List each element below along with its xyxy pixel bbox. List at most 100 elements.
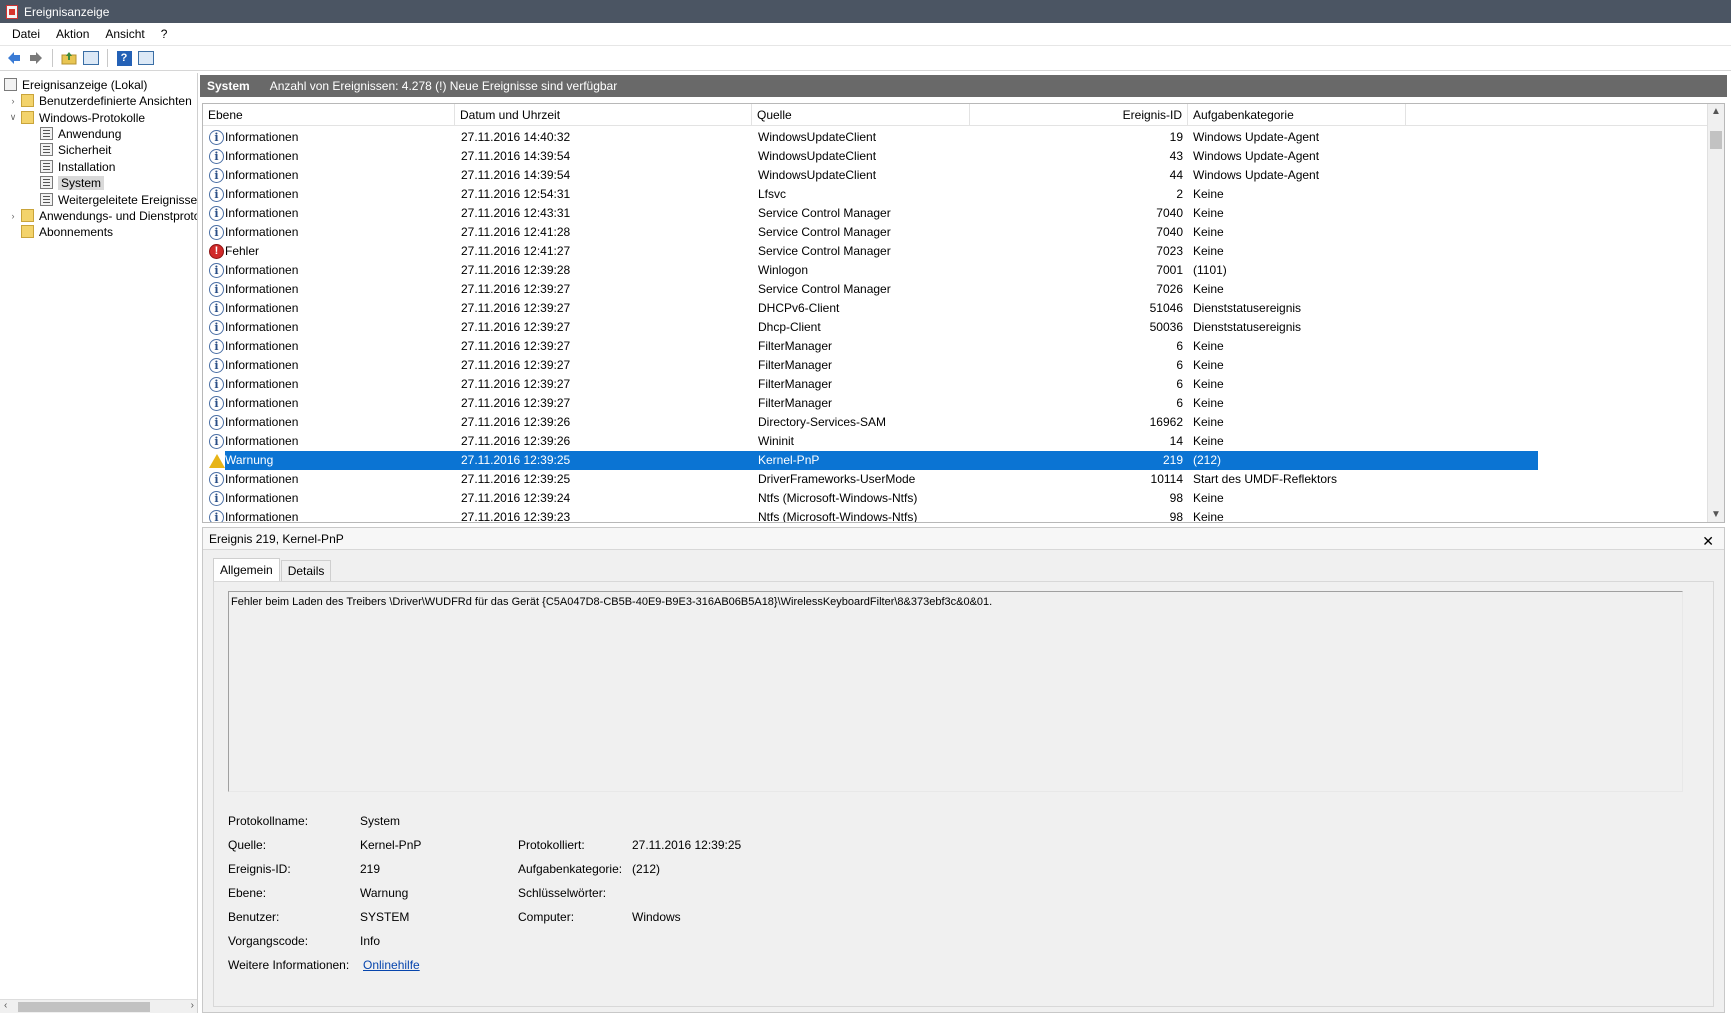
table-row[interactable]: i Informationen 27.11.2016 12:43:31 Service… bbox=[203, 204, 1708, 223]
scroll-thumb[interactable] bbox=[18, 1002, 150, 1012]
table-row[interactable]: Warnung 27.11.2016 12:39:25 Kernel-PnP 219 (… bbox=[203, 451, 1708, 470]
cell-eventid: 44 bbox=[1169, 168, 1183, 182]
table-row[interactable]: i Informationen 27.11.2016 12:39:25 DriverF… bbox=[203, 470, 1708, 489]
tree-item[interactable]: Weitergeleitete Ereignisse bbox=[40, 191, 197, 208]
back-button[interactable] bbox=[4, 48, 24, 68]
scroll-down-icon[interactable]: ▼ bbox=[1711, 509, 1721, 520]
scroll-up-icon[interactable]: ▲ bbox=[1711, 106, 1721, 117]
online-help-link[interactable]: Onlinehilfe bbox=[363, 958, 420, 972]
column-header-level[interactable]: Ebene bbox=[203, 104, 455, 126]
table-row[interactable]: i Informationen 27.11.2016 12:39:28 Winlogo… bbox=[203, 261, 1708, 280]
cell-eventid: 6 bbox=[1176, 377, 1183, 391]
help-button[interactable]: ? bbox=[114, 48, 134, 68]
table-row[interactable]: i Informationen 27.11.2016 12:39:27 DHCPv6-… bbox=[203, 299, 1708, 318]
cell-date: 27.11.2016 14:40:32 bbox=[461, 130, 571, 144]
menu-datei[interactable]: Datei bbox=[4, 27, 48, 41]
cell-date: 27.11.2016 12:41:27 bbox=[461, 244, 571, 258]
tree-item[interactable]: Anwendung bbox=[40, 125, 121, 142]
table-row[interactable]: i Informationen 27.11.2016 12:39:24 Ntfs (M… bbox=[203, 489, 1708, 508]
chevron-right-icon[interactable]: › bbox=[8, 211, 18, 221]
menu-help[interactable]: ? bbox=[153, 27, 176, 41]
info-icon: i bbox=[209, 339, 224, 354]
menu-ansicht[interactable]: Ansicht bbox=[97, 27, 152, 41]
arrow-left-icon bbox=[8, 52, 20, 64]
cell-eventid: 219 bbox=[1162, 453, 1183, 467]
table-row[interactable]: i Informationen 27.11.2016 12:39:27 Service… bbox=[203, 280, 1708, 299]
tree-item[interactable]: Installation bbox=[40, 158, 115, 175]
show-hide-tree-button[interactable] bbox=[81, 48, 101, 68]
forward-button[interactable] bbox=[26, 48, 46, 68]
cell-date: 27.11.2016 12:39:27 bbox=[461, 320, 571, 334]
table-row[interactable]: ! Fehler 27.11.2016 12:41:27 Service Contro… bbox=[203, 242, 1708, 261]
table-row[interactable]: i Informationen 27.11.2016 12:39:27 Dhcp-Cl… bbox=[203, 318, 1708, 337]
folder-icon bbox=[21, 111, 34, 124]
tree-item[interactable]: ∨ Windows-Protokolle bbox=[8, 109, 145, 126]
cell-level: Informationen bbox=[225, 301, 299, 315]
table-row[interactable]: i Informationen 27.11.2016 12:39:27 FilterM… bbox=[203, 356, 1708, 375]
table-row[interactable]: i Informationen 27.11.2016 12:39:26 Directo… bbox=[203, 413, 1708, 432]
cell-level: Informationen bbox=[225, 168, 299, 182]
scroll-right-icon[interactable]: › bbox=[191, 1000, 194, 1011]
cell-eventid: 6 bbox=[1176, 339, 1183, 353]
table-row[interactable]: i Informationen 27.11.2016 14:39:54 Windows… bbox=[203, 147, 1708, 166]
chevron-right-icon[interactable]: › bbox=[8, 96, 18, 106]
up-folder-button[interactable] bbox=[59, 48, 79, 68]
cell-level: Informationen bbox=[225, 130, 299, 144]
table-row[interactable]: i Informationen 27.11.2016 12:41:28 Service… bbox=[203, 223, 1708, 242]
tree-item[interactable]: › Benutzerdefinierte Ansichten bbox=[8, 92, 192, 109]
menu-bar: Datei Aktion Ansicht ? bbox=[0, 23, 1731, 45]
tree-item-label: Abonnements bbox=[39, 224, 114, 239]
table-row[interactable]: i Informationen 27.11.2016 12:39:27 FilterM… bbox=[203, 375, 1708, 394]
info-icon: i bbox=[209, 187, 224, 202]
event-message-box[interactable]: Fehler beim Laden des Treibers \Driver\W… bbox=[228, 591, 1683, 792]
cell-category: Start des UMDF-Reflektors bbox=[1193, 472, 1338, 486]
scroll-left-icon[interactable]: ‹ bbox=[4, 1000, 7, 1011]
event-list-scrollbar[interactable]: ▲ ▼ bbox=[1707, 104, 1724, 522]
cell-source: Service Control Manager bbox=[758, 282, 891, 296]
label-level: Ebene: bbox=[228, 886, 267, 900]
tree-item[interactable]: System bbox=[40, 174, 105, 191]
label-opcode: Vorgangscode: bbox=[228, 934, 309, 948]
scroll-thumb[interactable] bbox=[1710, 131, 1722, 149]
table-row[interactable]: i Informationen 27.11.2016 14:39:54 Windows… bbox=[203, 166, 1708, 185]
tab-allgemein[interactable]: Allgemein bbox=[213, 558, 280, 582]
warning-icon bbox=[209, 454, 225, 468]
label-moreinfo: Weitere Informationen: bbox=[228, 958, 350, 972]
table-row[interactable]: i Informationen 27.11.2016 12:54:31 Lfsvc 2 K… bbox=[203, 185, 1708, 204]
tree-item[interactable]: › Anwendungs- und Dienstprotokolle bbox=[8, 207, 198, 224]
info-icon: i bbox=[209, 130, 224, 145]
cell-source: FilterManager bbox=[758, 339, 833, 353]
cell-source: Service Control Manager bbox=[758, 244, 891, 258]
show-action-pane-button[interactable] bbox=[136, 48, 156, 68]
arrow-right-icon bbox=[30, 52, 42, 64]
table-row[interactable]: i Informationen 27.11.2016 12:39:27 FilterM… bbox=[203, 337, 1708, 356]
cell-level: Informationen bbox=[225, 396, 299, 410]
log-header-bar: System Anzahl von Ereignissen: 4.278 (!)… bbox=[200, 75, 1727, 97]
tree-item[interactable]: Sicherheit bbox=[40, 141, 111, 158]
event-rows: i Informationen 27.11.2016 14:40:32 Windows… bbox=[203, 128, 1708, 522]
table-row[interactable]: i Informationen 27.11.2016 12:39:27 FilterM… bbox=[203, 394, 1708, 413]
tree-horizontal-scrollbar[interactable]: ‹ › bbox=[0, 999, 197, 1013]
column-header-date[interactable]: Datum und Uhrzeit bbox=[455, 104, 752, 126]
table-row[interactable]: i Informationen 27.11.2016 12:39:26 Wininit… bbox=[203, 432, 1708, 451]
error-icon: ! bbox=[209, 244, 224, 259]
column-header-eventid[interactable]: Ereignis-ID bbox=[970, 104, 1188, 126]
cell-date: 27.11.2016 12:39:26 bbox=[461, 434, 571, 448]
cell-category: Keine bbox=[1193, 491, 1224, 505]
column-header-category[interactable]: Aufgabenkategorie bbox=[1188, 104, 1406, 126]
tab-details[interactable]: Details bbox=[280, 560, 332, 581]
info-icon: i bbox=[209, 225, 224, 240]
row-selection-highlight bbox=[225, 451, 1538, 470]
console-tree-icon bbox=[83, 51, 99, 65]
table-row[interactable]: i Informationen 27.11.2016 12:39:23 Ntfs (M… bbox=[203, 508, 1708, 522]
info-icon: i bbox=[209, 377, 224, 392]
cell-level: Informationen bbox=[225, 263, 299, 277]
tree-item[interactable]: Ereignisanzeige (Lokal) bbox=[4, 76, 147, 93]
tree-item[interactable]: Abonnements bbox=[8, 223, 113, 240]
chevron-down-icon[interactable]: ∨ bbox=[8, 112, 18, 123]
column-header-source[interactable]: Quelle bbox=[752, 104, 970, 126]
close-icon[interactable]: ✕ bbox=[1702, 530, 1714, 552]
tree-item-label: Anwendung bbox=[58, 126, 122, 141]
menu-aktion[interactable]: Aktion bbox=[48, 27, 97, 41]
table-row[interactable]: i Informationen 27.11.2016 14:40:32 Windows… bbox=[203, 128, 1708, 147]
